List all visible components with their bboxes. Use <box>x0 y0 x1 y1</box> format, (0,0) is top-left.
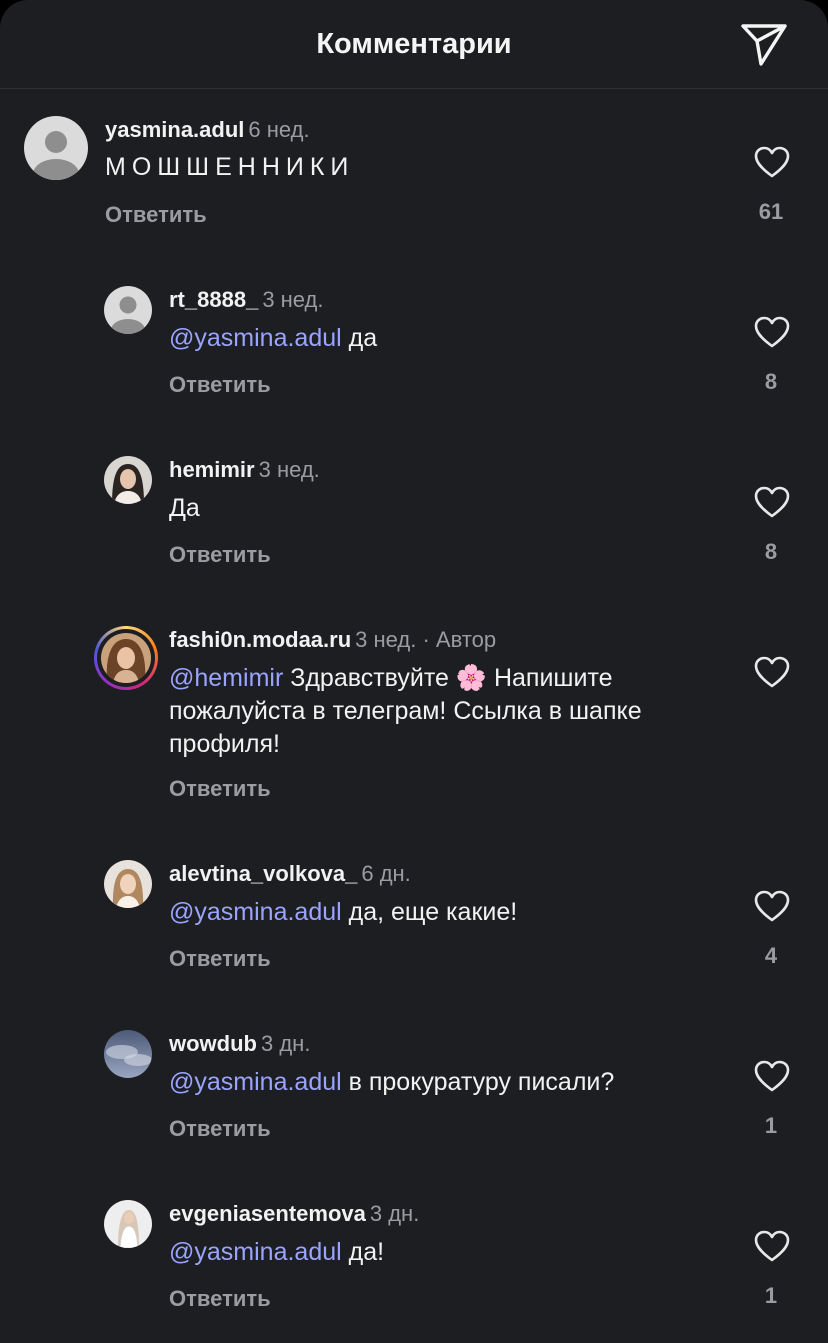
comment-time: 6 дн. <box>361 861 411 886</box>
page-title: Комментарии <box>316 28 512 60</box>
heart-outline-icon[interactable] <box>753 889 791 923</box>
reply-button[interactable]: Ответить <box>169 1285 271 1313</box>
comment-body: в прокуратуру писали? <box>341 1068 615 1096</box>
mention-link[interactable]: @yasmina.adul <box>169 1068 342 1096</box>
reply-button[interactable]: Ответить <box>169 1115 271 1143</box>
avatar[interactable] <box>104 860 152 908</box>
avatar[interactable] <box>104 1200 152 1248</box>
comment-text: @yasmina.adul да <box>169 322 709 355</box>
comment-text: @yasmina.adul в прокуратуру писали? <box>169 1066 709 1099</box>
comment-time: 3 дн. <box>369 1201 420 1226</box>
comment-username[interactable]: yasmina.adul <box>105 117 244 142</box>
comment-text: @yasmina.adul да, еще какие! <box>169 896 709 929</box>
comment-body: да <box>341 324 378 352</box>
comment-body: да, еще какие! <box>341 898 518 926</box>
comment-text: @hemimir Здравствуйте 🌸 Напишите пожалуй… <box>169 662 704 761</box>
mention-link[interactable]: @yasmina.adul <box>169 1238 342 1266</box>
like-count: 8 <box>764 369 778 394</box>
comment-username[interactable]: hemimir <box>169 457 255 482</box>
default-avatar-icon[interactable] <box>24 116 88 180</box>
avatar[interactable] <box>104 1030 152 1078</box>
like-count: 1 <box>764 1113 778 1138</box>
mention-link[interactable]: @yasmina.adul <box>169 324 342 352</box>
comment-username[interactable]: alevtina_volkova_ <box>169 861 357 886</box>
comment-text: @yasmina.adul да! <box>169 1236 709 1269</box>
comment-username[interactable]: fashi0n.modaa.ru <box>169 627 351 652</box>
like-count: 8 <box>764 539 778 564</box>
avatar[interactable] <box>104 456 152 504</box>
like-count: 1 <box>764 1283 778 1308</box>
comment-time: 3 дн. <box>260 1031 311 1056</box>
heart-outline-icon[interactable] <box>753 1229 791 1263</box>
like-count: 61 <box>758 199 784 224</box>
comment-time: 3 нед. <box>355 627 417 652</box>
comment-text: МОШШЕННИКИ <box>105 153 355 181</box>
paper-plane-icon[interactable] <box>740 22 788 66</box>
comment-text: Да <box>169 494 200 522</box>
comment-time: 3 нед. <box>262 287 324 312</box>
like-count: 4 <box>764 943 778 968</box>
comment-time: 6 нед. <box>248 117 310 142</box>
reply-button[interactable]: Ответить <box>169 945 271 973</box>
comment-username[interactable]: wowdub <box>169 1031 257 1056</box>
mention-link[interactable]: @yasmina.adul <box>169 898 342 926</box>
comment-username[interactable]: rt_8888_ <box>169 287 258 312</box>
heart-outline-icon[interactable] <box>753 145 791 179</box>
comments-sheet: Комментарии yasmina.adul 6 нед. МОШШЕННИК… <box>0 0 828 1343</box>
reply-button[interactable]: Ответить <box>169 371 271 399</box>
avatar[interactable] <box>101 633 151 683</box>
heart-outline-icon[interactable] <box>753 655 791 689</box>
heart-outline-icon[interactable] <box>753 485 791 519</box>
reply-button[interactable]: Ответить <box>169 541 271 569</box>
reply-button[interactable]: Ответить <box>169 775 271 803</box>
mention-link[interactable]: @hemimir <box>169 664 283 692</box>
heart-outline-icon[interactable] <box>753 315 791 349</box>
heart-outline-icon[interactable] <box>753 1059 791 1093</box>
reply-button[interactable]: Ответить <box>105 201 207 229</box>
comment-time: 3 нед. <box>258 457 320 482</box>
comment-username[interactable]: evgeniasentemova <box>169 1201 366 1226</box>
comment-body: да! <box>341 1238 385 1266</box>
comments-header: Комментарии <box>0 0 828 89</box>
author-badge: · Автор <box>422 627 497 652</box>
default-avatar-icon[interactable] <box>104 286 152 334</box>
